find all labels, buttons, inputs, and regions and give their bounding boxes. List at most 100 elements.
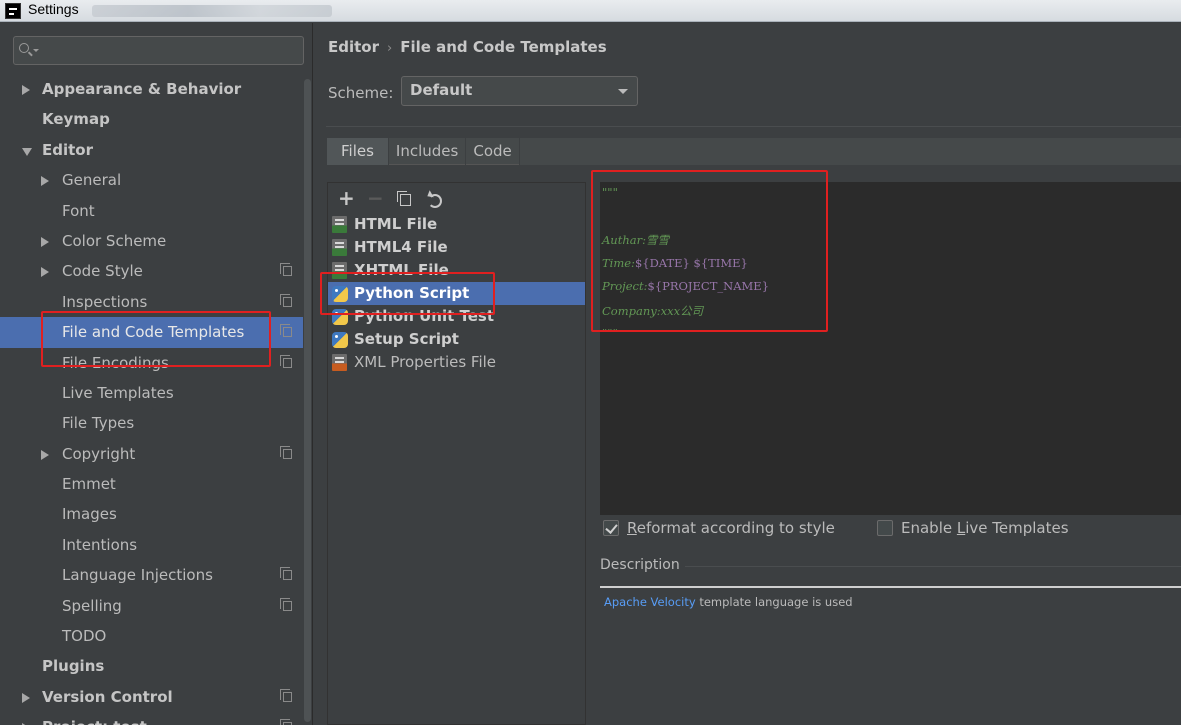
sidebar-item-code-style[interactable]: Code Style xyxy=(0,256,303,286)
sidebar-item-label: Font xyxy=(62,201,95,220)
html-file-icon xyxy=(332,239,347,256)
template-item-setup-script[interactable]: Setup Script xyxy=(328,328,585,351)
sidebar-item-language-injections[interactable]: Language Injections xyxy=(0,560,303,590)
project-level-icon xyxy=(280,567,292,581)
sidebar-item-keymap[interactable]: Keymap xyxy=(0,104,303,134)
xml-file-icon xyxy=(332,354,347,371)
sidebar-item-font[interactable]: Font xyxy=(0,196,303,226)
search-history-dropdown-icon[interactable] xyxy=(33,49,39,52)
chevron-right-icon[interactable] xyxy=(41,267,49,278)
sidebar-item-label: Spelling xyxy=(62,596,122,615)
sidebar-scrollbar-thumb[interactable] xyxy=(304,79,311,722)
sidebar-item-project-test[interactable]: Project: test xyxy=(0,712,303,725)
chevron-right-icon[interactable] xyxy=(41,449,49,460)
chevron-right-icon[interactable] xyxy=(22,85,30,95)
sidebar-item-label: Version Control xyxy=(42,687,173,706)
template-item-xhtml-file[interactable]: XHTML File xyxy=(328,259,585,282)
chevron-down-icon[interactable] xyxy=(22,147,32,156)
sidebar-item-copyright[interactable]: Copyright xyxy=(0,439,303,469)
template-editor[interactable]: """ Authar:雪雪 Time:${DATE} ${TIME} Project:… xyxy=(600,182,1181,515)
sidebar-item-color-scheme[interactable]: Color Scheme xyxy=(0,226,303,256)
sidebar-item-label: Project: test xyxy=(42,712,147,725)
template-item-html-file[interactable]: HTML File xyxy=(328,213,585,236)
sidebar-item-label: Images xyxy=(62,505,117,524)
template-list: HTML File HTML4 File XHTML File Python Scri… xyxy=(328,213,585,374)
code-line: Company:xxx公司 xyxy=(602,303,704,318)
copy-icon[interactable] xyxy=(396,190,412,206)
sidebar-item-file-and-code-templates[interactable]: File and Code Templates xyxy=(0,317,303,348)
sidebar-item-file-types[interactable]: File Types xyxy=(0,408,303,438)
template-item-label: Setup Script xyxy=(354,330,459,348)
template-item-python-script[interactable]: Python Script xyxy=(328,282,585,305)
sidebar-item-images[interactable]: Images xyxy=(0,499,303,529)
sidebar-item-plugins[interactable]: Plugins xyxy=(0,651,303,681)
sidebar-item-label: Language Injections xyxy=(62,566,213,585)
project-level-icon xyxy=(280,324,292,338)
chevron-down-icon xyxy=(618,89,628,94)
template-list-panel: + − HTML File HTML4 File XHTML File Python … xyxy=(327,182,586,725)
sidebar-item-version-control[interactable]: Version Control xyxy=(0,682,303,712)
code-line: Time:${DATE} ${TIME} xyxy=(602,255,748,270)
sidebar-item-editor[interactable]: Editor xyxy=(0,135,303,165)
description-divider xyxy=(685,566,1181,567)
tab-code[interactable]: Code xyxy=(466,138,520,165)
sidebar-scrollbar[interactable] xyxy=(303,74,312,725)
sidebar-item-label: File Encodings xyxy=(62,353,169,372)
sidebar-item-appearance-behavior[interactable]: Appearance & Behavior xyxy=(0,74,303,104)
template-item-label: XHTML File xyxy=(354,261,449,279)
project-level-icon xyxy=(280,597,292,611)
project-level-icon xyxy=(280,293,292,307)
tab-includes[interactable]: Includes xyxy=(389,138,467,165)
sidebar-item-spelling[interactable]: Spelling xyxy=(0,591,303,621)
chevron-right-icon[interactable] xyxy=(41,236,49,247)
template-item-label: XML Properties File xyxy=(354,353,497,371)
sidebar-item-label: Inspections xyxy=(62,292,148,311)
sidebar-item-emmet[interactable]: Emmet xyxy=(0,469,303,499)
template-item-label: Python Unit Test xyxy=(354,307,495,325)
window-title: Settings xyxy=(28,1,79,17)
scheme-dropdown[interactable]: Default xyxy=(401,76,638,106)
template-toolbar: + − xyxy=(338,188,442,208)
reformat-checkbox[interactable] xyxy=(603,520,619,536)
tab-files[interactable]: Files xyxy=(327,138,389,165)
live-templates-checkbox[interactable] xyxy=(877,520,893,536)
settings-sidebar: Appearance & Behavior Keymap Editor General… xyxy=(0,23,313,725)
scheme-label: Scheme: xyxy=(328,84,394,102)
code-line: Authar:雪雪 xyxy=(602,233,669,247)
blurred-title-region xyxy=(92,5,332,17)
sidebar-item-file-encodings[interactable]: File Encodings xyxy=(0,348,303,378)
sidebar-item-label: File and Code Templates xyxy=(62,323,245,342)
code-line: """ xyxy=(602,326,618,340)
sidebar-item-general[interactable]: General xyxy=(0,165,303,195)
live-templates-option[interactable]: Enable Live Templates xyxy=(877,518,1069,538)
sidebar-item-todo[interactable]: TODO xyxy=(0,621,303,651)
project-level-icon xyxy=(280,445,292,459)
sidebar-item-label: Code Style xyxy=(62,262,143,281)
apache-velocity-link[interactable]: Apache Velocity xyxy=(604,595,696,609)
sidebar-item-intentions[interactable]: Intentions xyxy=(0,530,303,560)
sidebar-item-label: Editor xyxy=(42,140,93,159)
sidebar-item-inspections[interactable]: Inspections xyxy=(0,287,303,317)
add-template-button[interactable]: + xyxy=(338,188,355,208)
code-line: """ xyxy=(602,185,618,199)
breadcrumb-editor[interactable]: Editor xyxy=(328,38,379,56)
sidebar-item-label: Intentions xyxy=(62,535,138,554)
sidebar-item-label: Emmet xyxy=(62,475,116,494)
html-file-icon xyxy=(332,216,347,233)
template-item-python-unit-test[interactable]: Python Unit Test xyxy=(328,305,585,328)
chevron-right-icon[interactable] xyxy=(41,176,49,187)
reformat-option[interactable]: Reformat according to style xyxy=(603,518,835,538)
reset-icon[interactable] xyxy=(425,190,442,208)
pycharm-app-icon xyxy=(5,3,21,19)
python-file-icon xyxy=(332,332,348,348)
settings-search-input[interactable] xyxy=(13,36,304,65)
live-templates-label: Enable Live Templates xyxy=(901,519,1069,537)
template-item-xml-properties-file[interactable]: XML Properties File xyxy=(328,351,585,374)
chevron-right-icon[interactable] xyxy=(22,692,30,703)
template-item-html4-file[interactable]: HTML4 File xyxy=(328,236,585,259)
remove-template-button[interactable]: − xyxy=(367,188,384,208)
sidebar-item-live-templates[interactable]: Live Templates xyxy=(0,378,303,408)
python-file-icon xyxy=(332,309,348,325)
template-item-label: HTML4 File xyxy=(354,238,448,256)
python-file-icon xyxy=(332,286,348,302)
